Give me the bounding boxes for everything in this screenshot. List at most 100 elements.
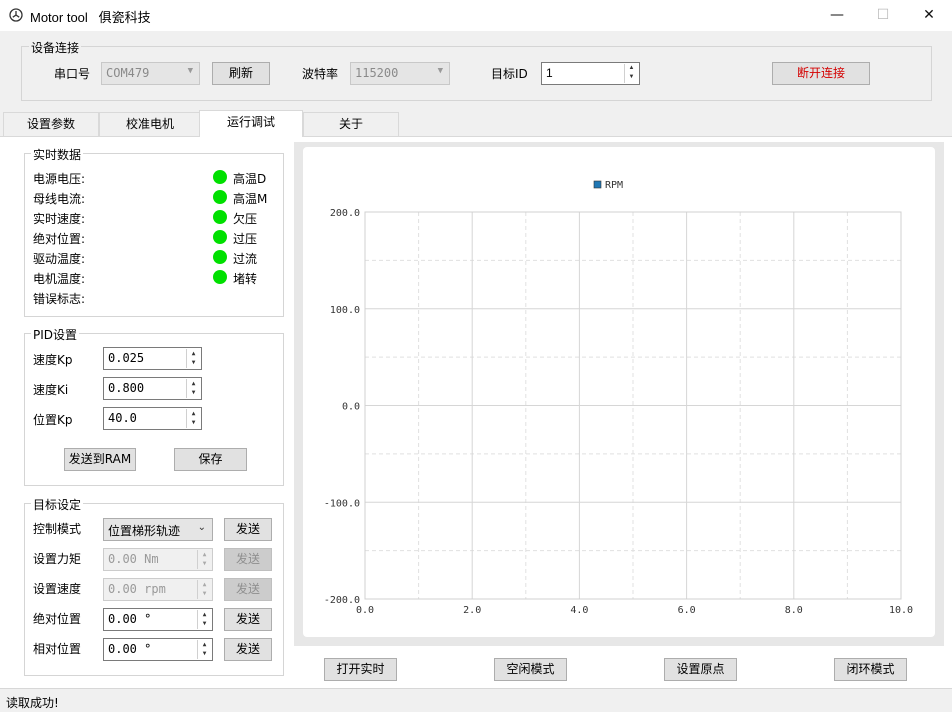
close-button[interactable]: ✕ [906, 0, 952, 31]
send-mode-button[interactable]: 发送 [224, 518, 272, 541]
vendor-name: 俱瓷科技 [98, 10, 151, 25]
down-arrow-icon[interactable]: ▼ [187, 358, 200, 367]
send-rel-pos-button[interactable]: 发送 [224, 638, 272, 661]
flag-overvoltage: 过压 [233, 232, 258, 246]
motor-temp-label: 电机温度: [33, 272, 86, 286]
port-select[interactable]: COM479 ▼ [101, 62, 200, 85]
baud-label: 波特率 [302, 67, 339, 81]
tab-calibrate[interactable]: 校准电机 [99, 112, 201, 136]
status-led [213, 230, 227, 244]
rel-pos-label: 相对位置 [33, 642, 82, 656]
pid-group-title: PID设置 [31, 326, 80, 343]
down-arrow-icon[interactable]: ▼ [198, 589, 211, 598]
status-bar: 读取成功! [0, 688, 952, 712]
flag-overtemp-driver: 高温D [233, 172, 267, 186]
control-mode-select[interactable]: 位置梯形轨迹 ⌄ [103, 518, 213, 541]
up-arrow-icon[interactable]: ▲ [198, 610, 211, 619]
down-arrow-icon[interactable]: ▼ [198, 559, 211, 568]
voltage-label: 电源电压: [33, 172, 86, 186]
minimize-button[interactable]: — [814, 0, 860, 31]
tab-settings[interactable]: 设置参数 [3, 112, 99, 136]
send-speed-button[interactable]: 发送 [224, 578, 272, 601]
send-torque-button[interactable]: 发送 [224, 548, 272, 571]
rel-pos-value: 0.00 ° [108, 642, 152, 656]
abs-pos-stepper[interactable]: ▲ ▼ [197, 610, 211, 629]
speed-set-label: 设置速度 [33, 582, 82, 596]
error-flag-label: 错误标志: [33, 292, 86, 306]
rpm-chart: 0.0 2.0 4.0 6.0 8.0 10.0 200.0 100.0 0.0 -100.0 -2… [324, 180, 913, 616]
up-arrow-icon[interactable]: ▲ [198, 640, 211, 649]
refresh-button[interactable]: 刷新 [212, 62, 270, 85]
speed-kp-value: 0.025 [108, 351, 145, 365]
maximize-button[interactable]: ☐ [860, 0, 906, 31]
status-text: 读取成功! [6, 696, 59, 710]
up-arrow-icon[interactable]: ▲ [187, 379, 200, 388]
up-arrow-icon[interactable]: ▲ [625, 64, 638, 73]
speed-kp-input[interactable]: 0.025 ▲ ▼ [103, 347, 202, 370]
torque-stepper[interactable]: ▲ ▼ [197, 550, 211, 569]
control-mode-value: 位置梯形轨迹 [108, 524, 181, 538]
bus-current-label: 母线电流: [33, 192, 86, 206]
pos-kp-input[interactable]: 40.0 ▲ ▼ [103, 407, 202, 430]
set-origin-button[interactable]: 设置原点 [664, 658, 737, 681]
up-arrow-icon[interactable]: ▲ [198, 580, 211, 589]
speed-kp-stepper[interactable]: ▲ ▼ [186, 349, 200, 368]
window-title: Motor tool 俱瓷科技 [30, 7, 151, 26]
flag-stall: 堵转 [233, 272, 258, 286]
chevron-down-icon: ⌄ [197, 522, 206, 533]
tab-about[interactable]: 关于 [303, 112, 399, 136]
target-id-value: 1 [546, 66, 553, 80]
send-to-ram-button[interactable]: 发送到RAM [64, 448, 136, 471]
status-led [213, 210, 227, 224]
idle-mode-button[interactable]: 空闲模式 [494, 658, 567, 681]
save-button[interactable]: 保存 [174, 448, 247, 471]
baud-select[interactable]: 115200 ▼ [350, 62, 450, 85]
speed-ki-stepper[interactable]: ▲ ▼ [186, 379, 200, 398]
pos-kp-value: 40.0 [108, 411, 137, 425]
control-mode-label: 控制模式 [33, 522, 82, 536]
y-tick-label: -200.0 [324, 595, 360, 606]
pos-kp-label: 位置Kp [33, 413, 73, 427]
torque-input[interactable]: 0.00 Nm ▲ ▼ [103, 548, 213, 571]
x-tick-label: 8.0 [785, 605, 803, 616]
y-tick-label: -100.0 [324, 498, 360, 509]
closed-loop-button[interactable]: 闭环模式 [834, 658, 907, 681]
abs-pos-input[interactable]: 0.00 ° ▲ ▼ [103, 608, 213, 631]
y-tick-label: 200.0 [330, 208, 360, 219]
flag-undervoltage: 欠压 [233, 212, 258, 226]
app-name: Motor tool [30, 10, 88, 25]
baud-select-value: 115200 [355, 66, 399, 80]
status-led [213, 250, 227, 264]
down-arrow-icon[interactable]: ▼ [187, 418, 200, 427]
speed-label: 实时速度: [33, 212, 86, 226]
flag-overtemp-motor: 高温M [233, 192, 268, 206]
target-id-input[interactable]: 1 ▲ ▼ [541, 62, 640, 85]
x-tick-label: 6.0 [678, 605, 696, 616]
down-arrow-icon[interactable]: ▼ [198, 649, 211, 658]
legend-label: RPM [605, 180, 623, 191]
speed-input[interactable]: 0.00 rpm ▲ ▼ [103, 578, 213, 601]
tab-run-debug[interactable]: 运行调试 [199, 110, 303, 137]
x-tick-label: 10.0 [889, 605, 913, 616]
target-id-stepper[interactable]: ▲ ▼ [624, 64, 638, 83]
legend-swatch [593, 180, 602, 189]
target-group-title: 目标设定 [31, 496, 84, 513]
port-label: 串口号 [54, 67, 91, 81]
status-led [213, 270, 227, 284]
down-arrow-icon[interactable]: ▼ [187, 388, 200, 397]
x-tick-label: 0.0 [356, 605, 374, 616]
pos-kp-stepper[interactable]: ▲ ▼ [186, 409, 200, 428]
rel-pos-stepper[interactable]: ▲ ▼ [197, 640, 211, 659]
down-arrow-icon[interactable]: ▼ [625, 73, 638, 82]
torque-label: 设置力矩 [33, 552, 82, 566]
disconnect-button[interactable]: 断开连接 [772, 62, 870, 85]
open-realtime-button[interactable]: 打开实时 [324, 658, 397, 681]
up-arrow-icon[interactable]: ▲ [187, 349, 200, 358]
rel-pos-input[interactable]: 0.00 ° ▲ ▼ [103, 638, 213, 661]
speed-ki-input[interactable]: 0.800 ▲ ▼ [103, 377, 202, 400]
speed-stepper[interactable]: ▲ ▼ [197, 580, 211, 599]
up-arrow-icon[interactable]: ▲ [198, 550, 211, 559]
send-abs-pos-button[interactable]: 发送 [224, 608, 272, 631]
up-arrow-icon[interactable]: ▲ [187, 409, 200, 418]
down-arrow-icon[interactable]: ▼ [198, 619, 211, 628]
